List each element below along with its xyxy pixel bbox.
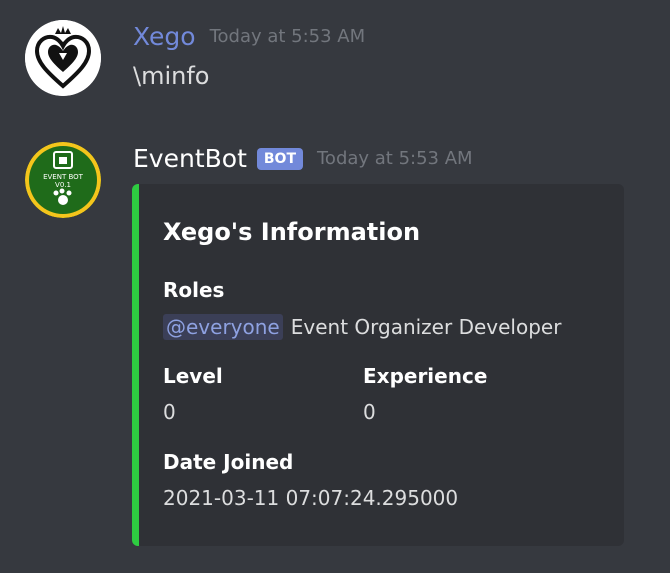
- message-header: EventBot BOT Today at 5:53 AM: [133, 142, 473, 176]
- role-mention-everyone[interactable]: @everyone: [163, 314, 283, 340]
- eventbot-logo-icon: EVENT BOT V0.1: [25, 142, 101, 218]
- roles-list: Event Organizer Developer: [290, 315, 562, 339]
- kingdom-hearts-heart-crown-icon: [25, 20, 101, 96]
- message-header: Xego Today at 5:53 AM: [133, 20, 365, 54]
- field-level-value: 0: [163, 400, 176, 424]
- field-roles-name: Roles: [163, 278, 225, 302]
- avatar-xego[interactable]: [25, 20, 101, 96]
- username-xego[interactable]: Xego: [133, 20, 196, 54]
- bot-tag: BOT: [256, 148, 303, 170]
- info-embed: Xego's Information Roles @everyone Event…: [132, 184, 624, 546]
- field-level-name: Level: [163, 364, 223, 388]
- avatar-eventbot[interactable]: EVENT BOT V0.1: [25, 142, 101, 218]
- avatar-text-line1: EVENT BOT: [43, 173, 84, 181]
- field-date-joined-value: 2021-03-11 07:07:24.295000: [163, 486, 459, 510]
- field-experience-value: 0: [363, 400, 376, 424]
- message-timestamp: Today at 5:53 AM: [209, 26, 366, 47]
- embed-title: Xego's Information: [163, 218, 421, 246]
- username-eventbot[interactable]: EventBot: [133, 142, 247, 176]
- avatar-text-line2: V0.1: [55, 181, 71, 189]
- message-content: \minfo: [133, 62, 210, 90]
- field-roles-value: @everyone Event Organizer Developer: [163, 314, 561, 340]
- field-date-joined-name: Date Joined: [163, 450, 294, 474]
- chat-channel: Xego Today at 5:53 AM \minfo EVENT BOT V…: [0, 0, 670, 573]
- message-timestamp: Today at 5:53 AM: [317, 148, 473, 169]
- field-experience-name: Experience: [363, 364, 488, 388]
